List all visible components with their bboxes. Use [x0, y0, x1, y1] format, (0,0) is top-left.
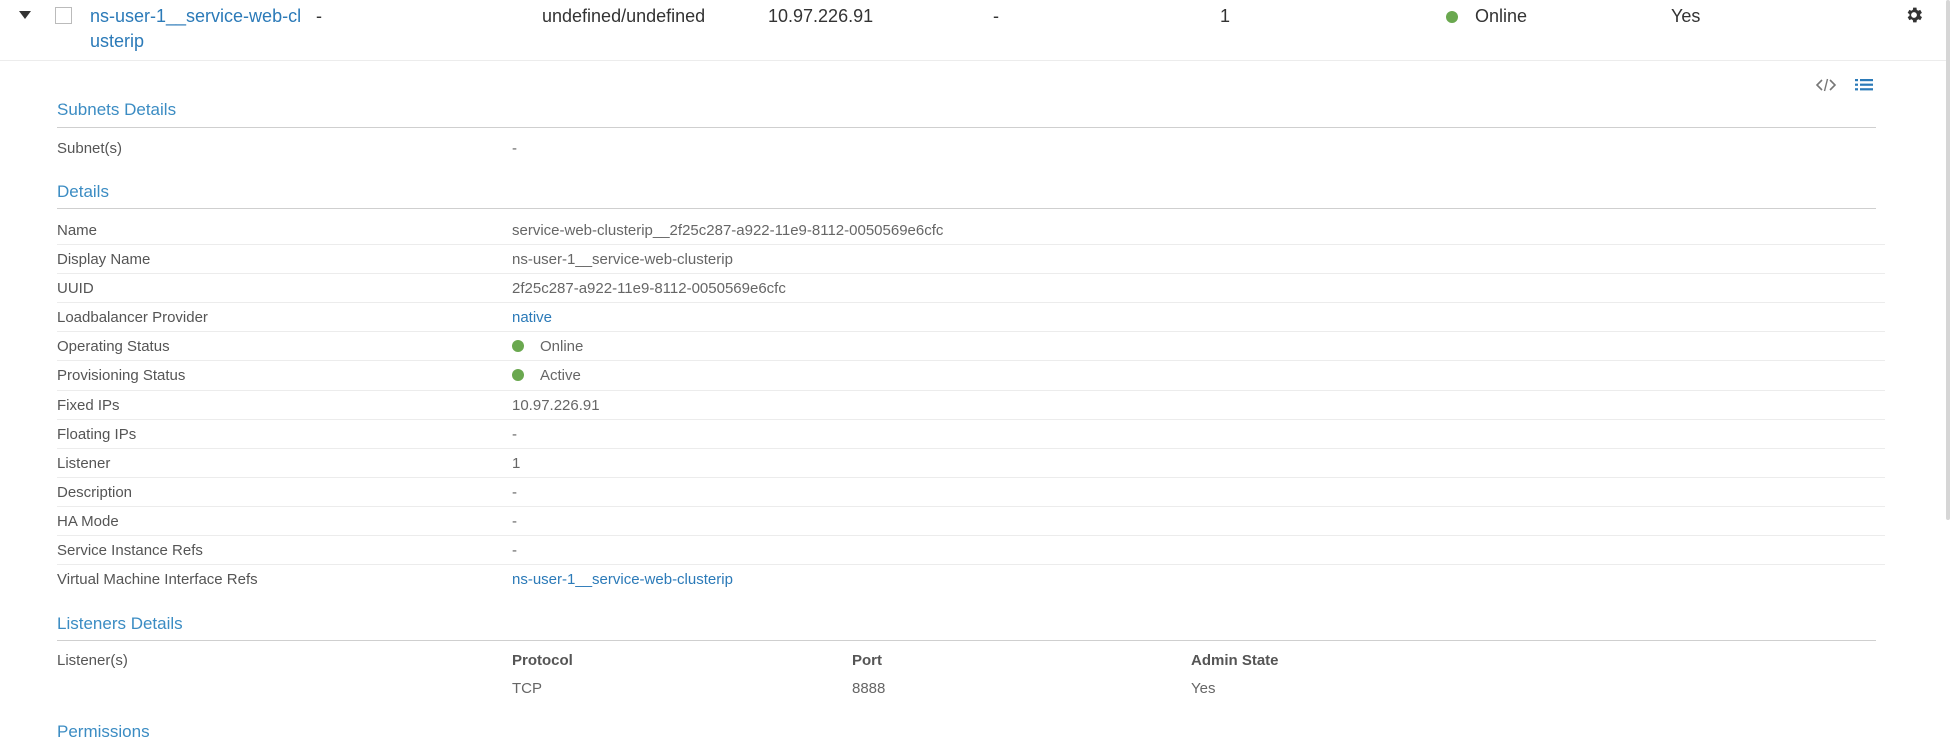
detail-value-fixed-ips: 10.97.226.91 — [512, 397, 600, 414]
subnets-section-title: Subnets Details — [57, 100, 177, 119]
detail-value-floating-ips: - — [512, 426, 517, 443]
subnets-value: - — [512, 140, 517, 157]
row-divider — [57, 477, 1885, 478]
list-icon[interactable] — [1853, 76, 1875, 94]
row-divider — [57, 390, 1885, 391]
details-section-rule — [57, 208, 1876, 209]
detail-value-uuid: 2f25c287-a922-11e9-8112-0050569e6cfc — [512, 280, 786, 297]
vertical-scrollbar[interactable] — [1946, 0, 1950, 520]
detail-value-name: service-web-clusterip__2f25c287-a922-11e… — [512, 222, 944, 239]
status-cell: Online — [1446, 4, 1527, 29]
detail-value-listener: 1 — [512, 455, 521, 472]
row-divider — [57, 360, 1885, 361]
listeners-section-rule — [57, 640, 1876, 641]
detail-value-display-name: ns-user-1__service-web-clusterip — [512, 251, 733, 268]
expand-caret-icon[interactable] — [19, 11, 31, 19]
subnets-section-rule — [57, 127, 1876, 128]
listener-protocol-value: TCP — [512, 680, 542, 697]
detail-value-provisioning-status: Active — [512, 367, 581, 384]
fixed-ip-cell: 10.97.226.91 — [768, 6, 874, 26]
row-divider — [57, 448, 1885, 449]
detail-value-ha-mode: - — [512, 513, 517, 530]
detail-label-listener: Listener — [57, 455, 111, 472]
description-cell: - — [316, 6, 322, 26]
gear-icon[interactable] — [1904, 5, 1924, 25]
listeners-cell: 1 — [1220, 6, 1231, 26]
detail-value-operating-status: Online — [512, 338, 583, 355]
status-dot-icon — [1446, 11, 1458, 24]
row-divider — [57, 506, 1885, 507]
detail-label-uuid: UUID — [57, 280, 94, 297]
status-dot-icon — [512, 369, 524, 381]
status-dot-icon — [512, 340, 524, 352]
row-checkbox[interactable] — [55, 7, 72, 24]
listeners-header-admin-state: Admin State — [1191, 652, 1279, 669]
code-icon[interactable] — [1815, 76, 1837, 94]
detail-label-name: Name — [57, 222, 98, 239]
row-divider — [57, 419, 1885, 420]
loadbalancer-name-link[interactable]: ns-user-1__service-web-cl usterip — [90, 4, 310, 54]
detail-label-operating-status: Operating Status — [57, 338, 170, 355]
row-divider — [57, 564, 1885, 565]
row-divider — [57, 331, 1885, 332]
admin-state-cell: Yes — [1671, 6, 1701, 26]
grid-row: ns-user-1__service-web-cl usterip - unde… — [0, 0, 1950, 61]
name-line1: ns-user-1__service-web-cl — [90, 6, 302, 26]
listener-port-value: 8888 — [852, 680, 886, 697]
details-section-title: Details — [57, 182, 109, 201]
detail-label-description: Description — [57, 484, 133, 501]
operating-status-text: Online — [540, 338, 584, 355]
detail-label-fixed-ips: Fixed IPs — [57, 397, 120, 414]
row-divider — [57, 244, 1885, 245]
detail-label-display-name: Display Name — [57, 251, 151, 268]
detail-label-floating-ips: Floating IPs — [57, 426, 137, 443]
vmi-refs-link[interactable]: ns-user-1__service-web-clusterip — [512, 571, 733, 588]
detail-label-vmi-refs: Virtual Machine Interface Refs — [57, 571, 258, 588]
listeners-header-protocol: Protocol — [512, 652, 573, 669]
detail-label-lb-provider: Loadbalancer Provider — [57, 309, 208, 326]
row-divider — [57, 535, 1885, 536]
floating-ip-cell: - — [993, 6, 999, 26]
detail-label-provisioning-status: Provisioning Status — [57, 367, 186, 384]
row-divider — [57, 302, 1885, 303]
lb-provider-link[interactable]: native — [512, 309, 552, 326]
listeners-label: Listener(s) — [57, 652, 128, 669]
listeners-header-port: Port — [852, 652, 882, 669]
name-line2: usterip — [90, 31, 145, 51]
detail-value-description: - — [512, 484, 517, 501]
project-cell: undefined/undefined — [542, 6, 706, 26]
listeners-section-title: Listeners Details — [57, 614, 183, 633]
listener-admin-state-value: Yes — [1191, 680, 1216, 697]
subnets-label: Subnet(s) — [57, 140, 123, 157]
provisioning-status-text: Active — [540, 367, 581, 384]
permissions-section-title: Permissions — [57, 722, 150, 741]
detail-label-ha-mode: HA Mode — [57, 513, 119, 530]
detail-value-service-instance-refs: - — [512, 542, 517, 559]
status-text: Online — [1475, 6, 1528, 26]
row-divider — [57, 273, 1885, 274]
detail-label-service-instance-refs: Service Instance Refs — [57, 542, 203, 559]
